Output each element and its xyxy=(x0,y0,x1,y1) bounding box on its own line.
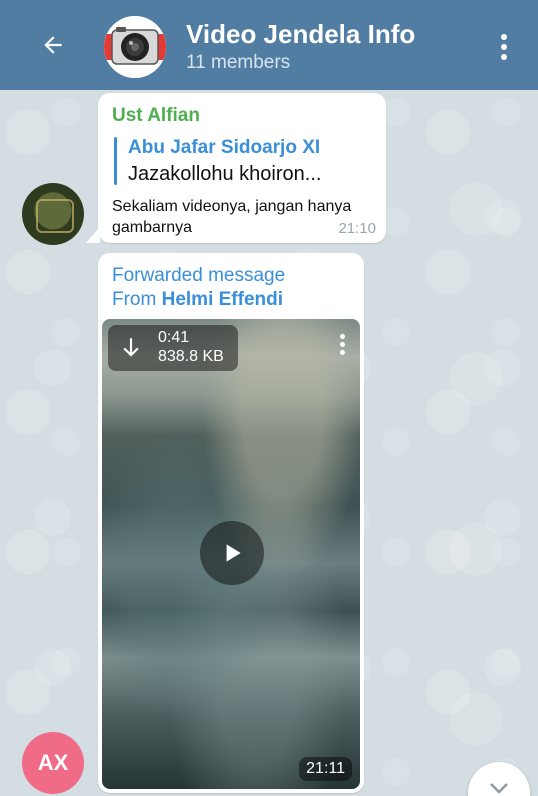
avatar-initials: AX xyxy=(37,750,69,775)
reply-text[interactable]: Jazakollohu khoiron... xyxy=(128,163,321,186)
arrow-left-icon xyxy=(44,36,62,54)
video-thumbnail[interactable]: 0:41 838.8 KB 21:11 xyxy=(102,319,360,789)
message-text: Sekaliam videonya, jangan hanya gambarny… xyxy=(112,198,352,236)
chat-header: Video Jendela Info 11 members xyxy=(0,0,538,90)
forwarded-label: Forwarded message xyxy=(112,265,286,286)
member-count: 11 members xyxy=(186,52,291,73)
message-sender[interactable]: Ust Alfian xyxy=(112,105,200,127)
download-arrow-icon xyxy=(123,338,139,357)
forwarded-from-name[interactable]: Helmi Effendi xyxy=(162,289,283,310)
video-menu-icon[interactable] xyxy=(334,327,350,361)
video-time: 21:11 xyxy=(299,757,352,781)
camera-icon xyxy=(104,16,166,78)
video-size: 838.8 KB xyxy=(158,348,224,365)
back-button[interactable] xyxy=(30,22,76,68)
message-time: 21:10 xyxy=(338,220,376,237)
forwarded-message-bubble[interactable]: Forwarded message From Helmi Effendi 0:4… xyxy=(98,253,364,793)
group-avatar[interactable] xyxy=(104,16,166,78)
download-chip[interactable]: 0:41 838.8 KB xyxy=(108,325,238,371)
forwarded-from-prefix: From xyxy=(112,289,157,310)
user-avatar[interactable]: AX xyxy=(22,732,84,794)
play-button[interactable] xyxy=(200,521,264,585)
more-vertical-icon[interactable] xyxy=(484,24,524,70)
reply-bar xyxy=(114,137,117,185)
chevron-down-icon xyxy=(490,783,508,794)
reply-sender[interactable]: Abu Jafar Sidoarjo XI xyxy=(128,137,320,159)
sender-avatar[interactable] xyxy=(22,183,84,245)
video-duration: 0:41 xyxy=(158,329,190,346)
chat-title[interactable]: Video Jendela Info xyxy=(186,18,415,50)
play-icon xyxy=(226,544,241,562)
forwarded-from[interactable]: From Helmi Effendi xyxy=(112,289,283,311)
message-bubble[interactable]: Ust Alfian Abu Jafar Sidoarjo XI Jazakol… xyxy=(98,93,386,243)
